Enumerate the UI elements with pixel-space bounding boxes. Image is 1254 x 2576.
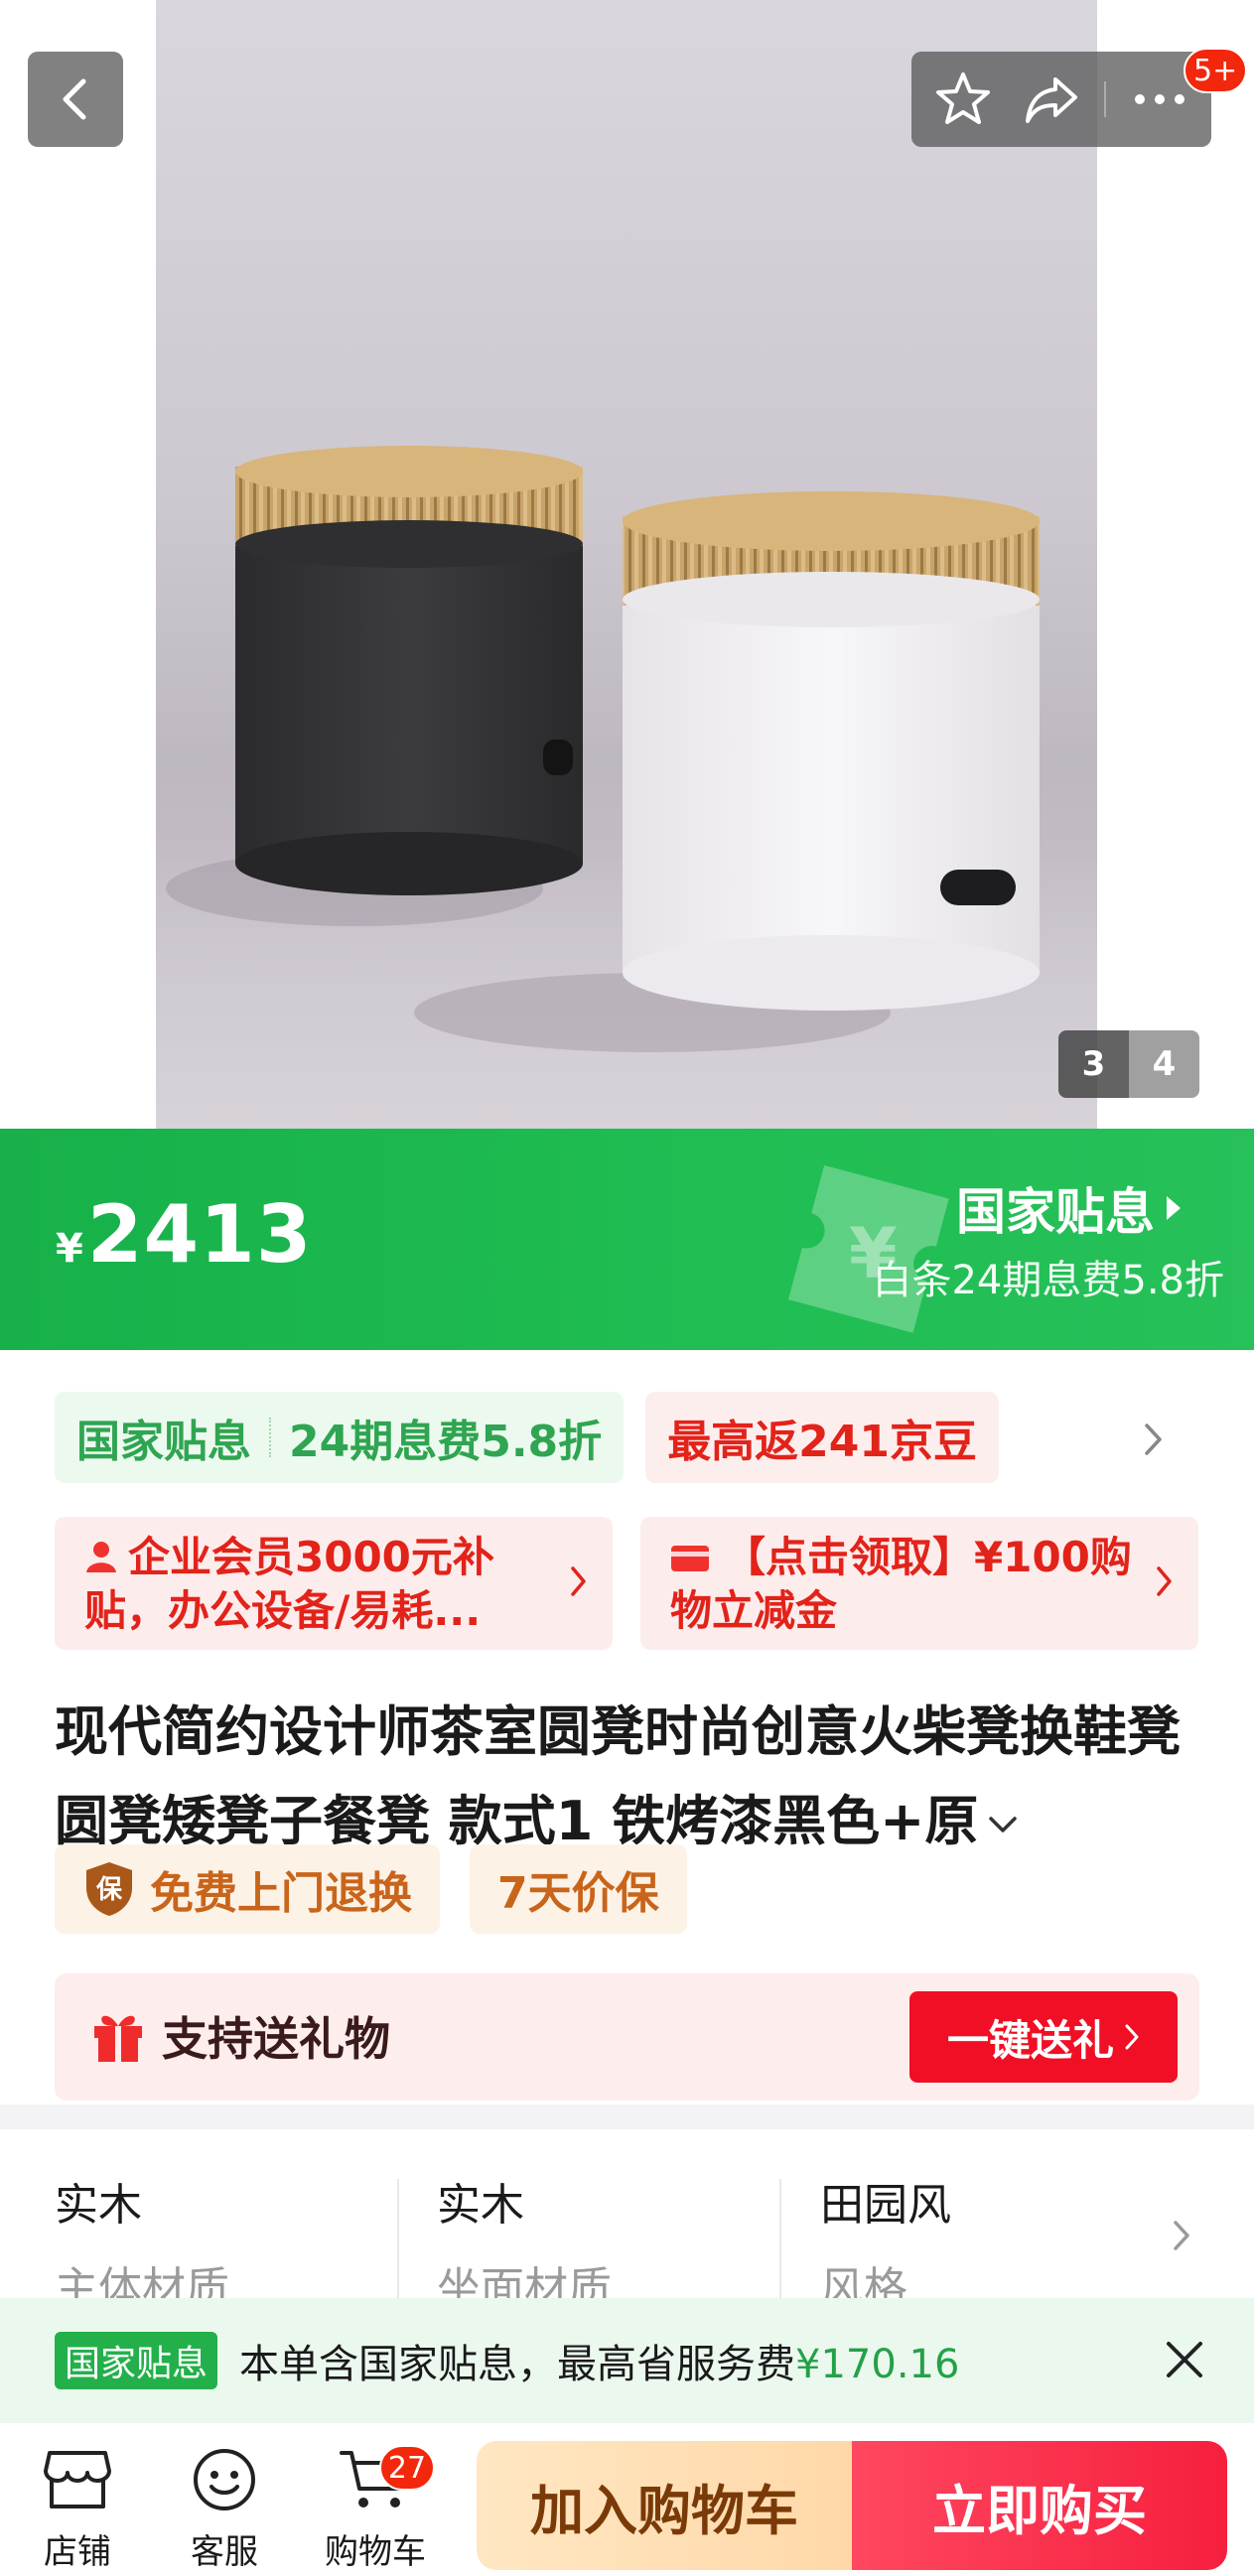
spec-divider xyxy=(397,2179,399,2298)
spec-card[interactable]: 实木 主体材质 实木 坐面材质 田园风 风格 xyxy=(0,2129,1254,2314)
notice-badge: 国家贴息 xyxy=(55,2332,218,2389)
rebate-tag[interactable]: 最高返241京豆 xyxy=(645,1392,1000,1483)
gift-icon xyxy=(94,2015,142,2062)
store-label: 店铺 xyxy=(44,2532,111,2572)
price-banner: ¥ 2413 ¥ 国家贴息 白条24期息费5.8折 xyxy=(0,1129,1254,1350)
pill-divider xyxy=(1104,81,1107,117)
free-return-label: 免费上门退换 xyxy=(150,1868,412,1919)
shield-icon: 保 xyxy=(86,1862,132,1916)
subsidy-subtitle: 白条24期息费5.8折 xyxy=(872,1258,1224,1303)
price-protect-tag[interactable]: 7天价保 xyxy=(470,1844,687,1934)
price-value: 2413 xyxy=(86,1188,313,1281)
chevron-right-icon xyxy=(1125,2024,1139,2050)
service-button[interactable]: 客服 xyxy=(165,2447,284,2573)
store-icon xyxy=(44,2451,111,2508)
more-icon xyxy=(1134,94,1184,104)
cash-coupon[interactable]: 【点击领取】¥100购物立减金 xyxy=(640,1517,1198,1650)
share-button[interactable] xyxy=(1017,65,1086,134)
gift-info: 支持送礼物 xyxy=(90,2003,390,2069)
caret-right-icon xyxy=(1167,1196,1181,1220)
spec-value: 实木 xyxy=(437,2180,524,2231)
spec-divider xyxy=(779,2179,781,2298)
gift-bar: 支持送礼物 一键送礼 xyxy=(55,1973,1199,2101)
enterprise-coupon[interactable]: 企业会员3000元补贴，办公设备/易耗... xyxy=(55,1517,613,1650)
store-button[interactable]: 店铺 xyxy=(18,2447,137,2573)
subsidy-notice: 国家贴息 本单含国家贴息，最高省服务费¥170.16 xyxy=(0,2298,1254,2423)
gift-label: 支持送礼物 xyxy=(162,2012,390,2066)
product-image-gallery[interactable]: 5+ 3 4 xyxy=(0,0,1254,1129)
top-action-group xyxy=(911,52,1211,147)
subsidy-tag[interactable]: 国家贴息 24期息费5.8折 xyxy=(55,1392,625,1483)
star-icon xyxy=(936,72,991,124)
subsidy-title: 国家贴息 xyxy=(956,1183,1155,1241)
back-arrow-icon xyxy=(63,78,86,120)
subsidy-tag-detail: 24期息费5.8折 xyxy=(289,1417,603,1467)
share-icon xyxy=(1025,77,1077,123)
product-photo xyxy=(166,446,1040,1052)
notice-text: 本单含国家贴息，最高省服务费 xyxy=(239,2342,796,2387)
spec-value: 田园风 xyxy=(820,2180,951,2231)
back-button[interactable] xyxy=(28,52,123,147)
currency-symbol: ¥ xyxy=(56,1226,83,1272)
promo-row[interactable]: 国家贴息 24期息费5.8折 最高返241京豆 xyxy=(55,1392,1000,1483)
service-icon xyxy=(194,2449,255,2510)
bottom-action-bar: 店铺 客服 购物车 27 加入购物车 立即购买 xyxy=(0,2423,1254,2576)
coupon-text: 企业会员3000元补贴，办公设备/易耗... xyxy=(84,1531,553,1638)
card-icon xyxy=(671,1546,709,1571)
subsidy-tag-label: 国家贴息 xyxy=(76,1417,251,1467)
chevron-down-icon[interactable] xyxy=(986,1814,1020,1835)
cart-label: 购物车 xyxy=(325,2532,426,2572)
spec-seat-material: 实木 坐面材质 xyxy=(437,2169,612,2316)
coupon-b-text: 【点击领取】¥100购物立减金 xyxy=(670,1533,1132,1635)
chevron-right-icon[interactable] xyxy=(1142,1420,1166,1459)
product-detail-card: 国家贴息 24期息费5.8折 最高返241京豆 企业会员3000元补贴，办公设备… xyxy=(0,1350,1254,2104)
cart-count-badge: 27 xyxy=(379,2445,435,2491)
chevron-right-icon xyxy=(1157,1566,1172,1596)
product-title[interactable]: 现代简约设计师茶室圆凳时尚创意火柴凳换鞋凳圆凳矮凳子餐凳 款式1 铁烤漆黑色+原 xyxy=(55,1688,1196,1866)
coupon-text: 【点击领取】¥100购物立减金 xyxy=(670,1531,1139,1638)
buy-now-button[interactable]: 立即购买 xyxy=(852,2441,1227,2570)
free-return-tag[interactable]: 保 免费上门退换 xyxy=(55,1844,440,1934)
service-label: 客服 xyxy=(191,2532,258,2572)
total-images: 4 xyxy=(1129,1030,1199,1098)
image-counter: 3 4 xyxy=(1058,1030,1199,1098)
notice-amount: ¥170.16 xyxy=(795,2342,960,2387)
service-row: 保 免费上门退换 7天价保 xyxy=(55,1844,717,1934)
user-icon xyxy=(86,1542,116,1572)
coupon-a-text: 企业会员3000元补贴，办公设备/易耗... xyxy=(84,1533,494,1635)
send-gift-button[interactable]: 一键送礼 xyxy=(909,1991,1178,2083)
send-gift-label: 一键送礼 xyxy=(946,2015,1114,2065)
close-icon[interactable] xyxy=(1159,2334,1210,2385)
favorite-button[interactable] xyxy=(928,65,998,134)
notice-message: 本单含国家贴息，最高省服务费¥170.16 xyxy=(239,2332,959,2389)
price: ¥ 2413 xyxy=(56,1188,313,1281)
subsidy-link[interactable]: 国家贴息 xyxy=(956,1172,1181,1244)
add-to-cart-button[interactable]: 加入购物车 xyxy=(477,2441,852,2570)
spec-value: 实木 xyxy=(55,2180,142,2231)
svg-text:保: 保 xyxy=(95,1875,123,1905)
tag-divider xyxy=(269,1418,271,1457)
chevron-right-icon[interactable] xyxy=(1172,2217,1193,2254)
chevron-right-icon xyxy=(571,1566,586,1596)
spec-style: 田园风 风格 xyxy=(820,2169,951,2316)
spec-main-material: 实木 主体材质 xyxy=(55,2169,229,2316)
message-badge: 5+ xyxy=(1184,48,1248,93)
current-image-index: 3 xyxy=(1058,1030,1129,1098)
